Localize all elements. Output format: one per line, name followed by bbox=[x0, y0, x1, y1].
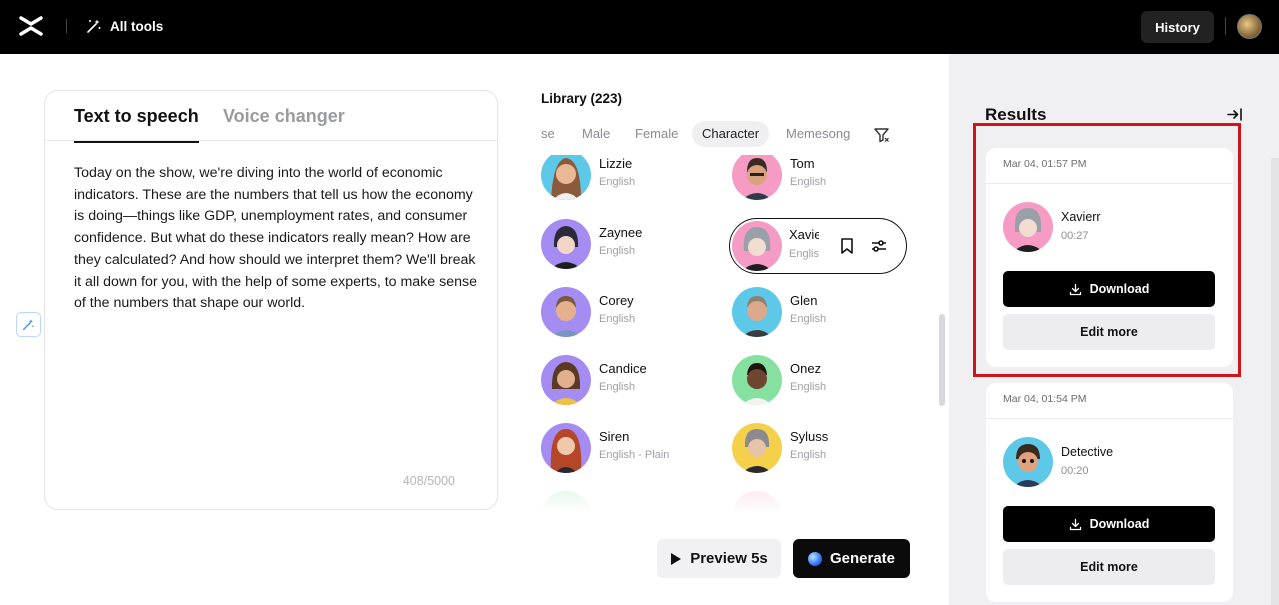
voice-language: English bbox=[599, 313, 636, 325]
result-voice-name: Detective bbox=[1061, 445, 1114, 459]
library-title: Library (223) bbox=[541, 91, 623, 106]
capcut-logo-icon[interactable] bbox=[18, 15, 44, 37]
voice-name: Syluss bbox=[790, 429, 829, 444]
script-textarea[interactable]: Today on the show, we're diving into the… bbox=[74, 163, 479, 315]
result-duration: 00:20 bbox=[1061, 465, 1089, 477]
preview-button[interactable]: Preview 5s bbox=[657, 539, 781, 578]
voice-avatar bbox=[732, 355, 782, 405]
voice-avatar bbox=[732, 423, 782, 473]
voice-name: Tom bbox=[790, 156, 815, 171]
filter-icon[interactable] bbox=[873, 126, 890, 143]
text-editor-card: Text to speech Voice changer Today on th… bbox=[44, 90, 498, 510]
voice-name: Glen bbox=[790, 293, 818, 308]
voice-item-xavierr[interactable]: Xavierr English bbox=[729, 218, 907, 274]
voice-name: Zaynee bbox=[599, 225, 643, 240]
voice-item-onez[interactable]: Onez English bbox=[727, 355, 907, 409]
magic-wand-icon bbox=[22, 319, 34, 331]
voice-list: Lizzie English Tom English Zaynee Englis… bbox=[536, 155, 936, 511]
bookmark-icon[interactable] bbox=[838, 237, 856, 255]
result-avatar bbox=[1003, 437, 1053, 487]
voice-name: Corey bbox=[599, 293, 634, 308]
voice-language: English bbox=[790, 381, 827, 393]
voice-language: English bbox=[789, 248, 819, 260]
voice-filter-tabs: se Male Female Character Memesong bbox=[541, 121, 893, 147]
voice-avatar bbox=[541, 155, 591, 200]
voice-item-siren[interactable]: Siren English - Plain bbox=[536, 423, 716, 477]
results-scrollbar-track[interactable] bbox=[1271, 158, 1279, 605]
result-card: Mar 04, 01:54 PM Detective 00:20 Downloa… bbox=[986, 383, 1233, 602]
top-bar: All tools History bbox=[0, 0, 1279, 54]
preview-label: Preview 5s bbox=[690, 550, 768, 567]
voice-language: English bbox=[790, 313, 827, 325]
voice-language: English - Plain bbox=[599, 449, 670, 461]
generate-button[interactable]: Generate bbox=[793, 539, 910, 578]
generate-orb-icon bbox=[807, 551, 822, 566]
voice-language: English bbox=[599, 245, 636, 257]
user-avatar[interactable] bbox=[1237, 14, 1262, 39]
voice-avatar bbox=[541, 355, 591, 405]
voice-avatar bbox=[732, 221, 782, 271]
voice-item-lizzie[interactable]: Lizzie English bbox=[536, 155, 716, 204]
highlight-box bbox=[973, 123, 1241, 377]
filter-tab-memesong[interactable]: Memesong bbox=[786, 121, 850, 147]
voice-item-zaynee[interactable]: Zaynee English bbox=[536, 219, 716, 273]
voice-name: Candice bbox=[599, 361, 647, 376]
divider bbox=[1225, 17, 1226, 35]
tab-voice-changer[interactable]: Voice changer bbox=[223, 106, 345, 142]
generate-label: Generate bbox=[829, 550, 896, 567]
voice-avatar bbox=[732, 155, 782, 200]
voice-language: English bbox=[599, 381, 636, 393]
play-icon bbox=[671, 552, 682, 565]
library-scrollbar[interactable] bbox=[939, 314, 945, 406]
magic-wand-icon bbox=[87, 19, 101, 33]
all-tools-button[interactable]: All tools bbox=[86, 16, 163, 36]
filter-tab-partial[interactable]: se bbox=[541, 121, 555, 147]
voice-item-syluss[interactable]: Syluss English bbox=[727, 423, 907, 477]
voice-language: English bbox=[790, 176, 827, 188]
voice-avatar bbox=[541, 219, 591, 269]
results-title: Results bbox=[985, 105, 1047, 124]
voice-item-candice[interactable]: Candice English bbox=[536, 355, 716, 409]
voice-name: Xavierr bbox=[789, 227, 819, 242]
voice-name: Lizzie bbox=[599, 156, 633, 171]
download-button[interactable]: Download bbox=[1003, 506, 1215, 542]
divider bbox=[986, 418, 1233, 419]
voice-avatar bbox=[732, 287, 782, 337]
list-fade bbox=[536, 485, 936, 513]
download-icon bbox=[1069, 518, 1081, 530]
character-counter: 408/5000 bbox=[402, 474, 455, 488]
voice-item-tom[interactable]: Tom English bbox=[727, 155, 907, 204]
filter-tab-male[interactable]: Male bbox=[582, 121, 610, 147]
settings-sliders-icon[interactable] bbox=[870, 237, 888, 255]
edit-more-button[interactable]: Edit more bbox=[1003, 549, 1215, 585]
ai-write-button[interactable] bbox=[16, 312, 41, 337]
voice-item-corey[interactable]: Corey English bbox=[536, 287, 716, 341]
collapse-panel-icon[interactable] bbox=[1226, 106, 1243, 123]
all-tools-label: All tools bbox=[110, 18, 164, 34]
voice-language: English bbox=[790, 449, 827, 461]
filter-tab-female[interactable]: Female bbox=[635, 121, 678, 147]
voice-language: English bbox=[599, 176, 636, 188]
download-label: Download bbox=[1089, 517, 1150, 531]
tab-text-to-speech[interactable]: Text to speech bbox=[74, 106, 199, 143]
voice-avatar bbox=[541, 423, 591, 473]
editor-tabs: Text to speech Voice changer bbox=[45, 91, 497, 143]
voice-item-glen[interactable]: Glen English bbox=[727, 287, 907, 341]
divider bbox=[66, 19, 67, 33]
voice-name: Onez bbox=[790, 361, 822, 376]
voice-avatar bbox=[541, 287, 591, 337]
filter-tab-character[interactable]: Character bbox=[692, 121, 770, 147]
voice-name: Siren bbox=[599, 429, 630, 444]
history-button[interactable]: History bbox=[1141, 11, 1214, 43]
result-date: Mar 04, 01:54 PM bbox=[1003, 393, 1087, 405]
